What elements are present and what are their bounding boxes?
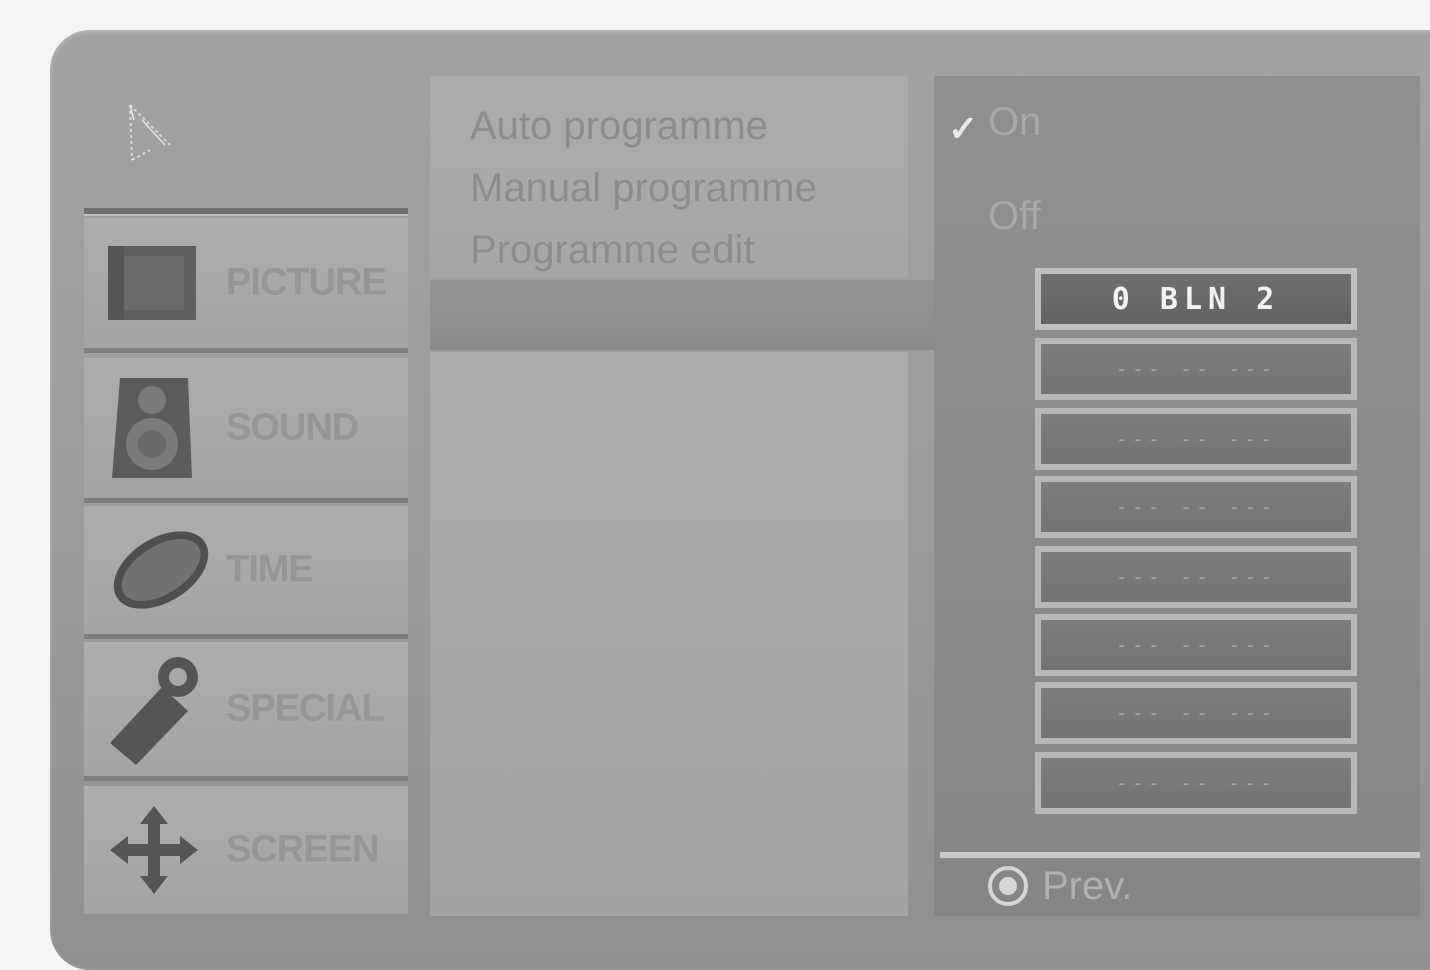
sidebar-item-label: SCREEN	[226, 828, 379, 871]
menu-item-programme-edit[interactable]: Programme edit	[470, 228, 755, 273]
picture-frame-icon	[108, 246, 196, 320]
programme-slot-1[interactable]: 0 BLN 2	[1035, 268, 1357, 330]
prev-button[interactable]: Prev.	[988, 862, 1132, 910]
programme-slot-8[interactable]: --- -- ---	[1035, 752, 1357, 814]
programme-slot-6[interactable]: --- -- ---	[1035, 614, 1357, 676]
menu-list: Auto programme Manual programme Programm…	[430, 76, 908, 278]
prev-label: Prev.	[1042, 863, 1133, 908]
programme-slot-2[interactable]: --- -- ---	[1035, 338, 1357, 400]
speaker-icon	[112, 378, 192, 478]
sidebar-item-time[interactable]: TIME	[84, 506, 408, 639]
tag-icon	[110, 657, 198, 765]
sidebar-item-picture[interactable]: PICTURE	[84, 218, 408, 353]
footer-divider	[940, 852, 1420, 858]
sidebar-item-special[interactable]: SPECIAL	[84, 642, 408, 781]
sidebar-item-label: SPECIAL	[226, 687, 385, 730]
sidebar-item-label: PICTURE	[226, 261, 387, 304]
programme-slot-7[interactable]: --- -- ---	[1035, 682, 1357, 744]
check-icon: ✓	[948, 108, 979, 149]
programme-slot-4[interactable]: --- -- ---	[1035, 476, 1357, 538]
menu-button-icon	[988, 866, 1028, 906]
clock-icon	[113, 531, 209, 609]
sidebar-item-label: TIME	[226, 548, 314, 591]
option-on[interactable]: On	[988, 100, 1041, 145]
menu-item-auto-programme[interactable]: Auto programme	[470, 104, 768, 149]
menu-item-manual-programme[interactable]: Manual programme	[470, 166, 817, 211]
antenna-icon	[129, 104, 171, 161]
sidebar-divider	[84, 208, 408, 216]
move-arrows-icon	[110, 806, 198, 894]
menu-empty-area	[430, 352, 908, 916]
sidebar-item-screen[interactable]: SCREEN	[84, 786, 408, 914]
sidebar-item-label: SOUND	[226, 406, 359, 449]
menu-item-selected-highlight[interactable]	[430, 280, 940, 350]
programme-slot-5[interactable]: --- -- ---	[1035, 546, 1357, 608]
sidebar-item-sound[interactable]: SOUND	[84, 358, 408, 503]
option-off[interactable]: Off	[988, 194, 1041, 239]
programme-slot-3[interactable]: --- -- ---	[1035, 408, 1357, 470]
